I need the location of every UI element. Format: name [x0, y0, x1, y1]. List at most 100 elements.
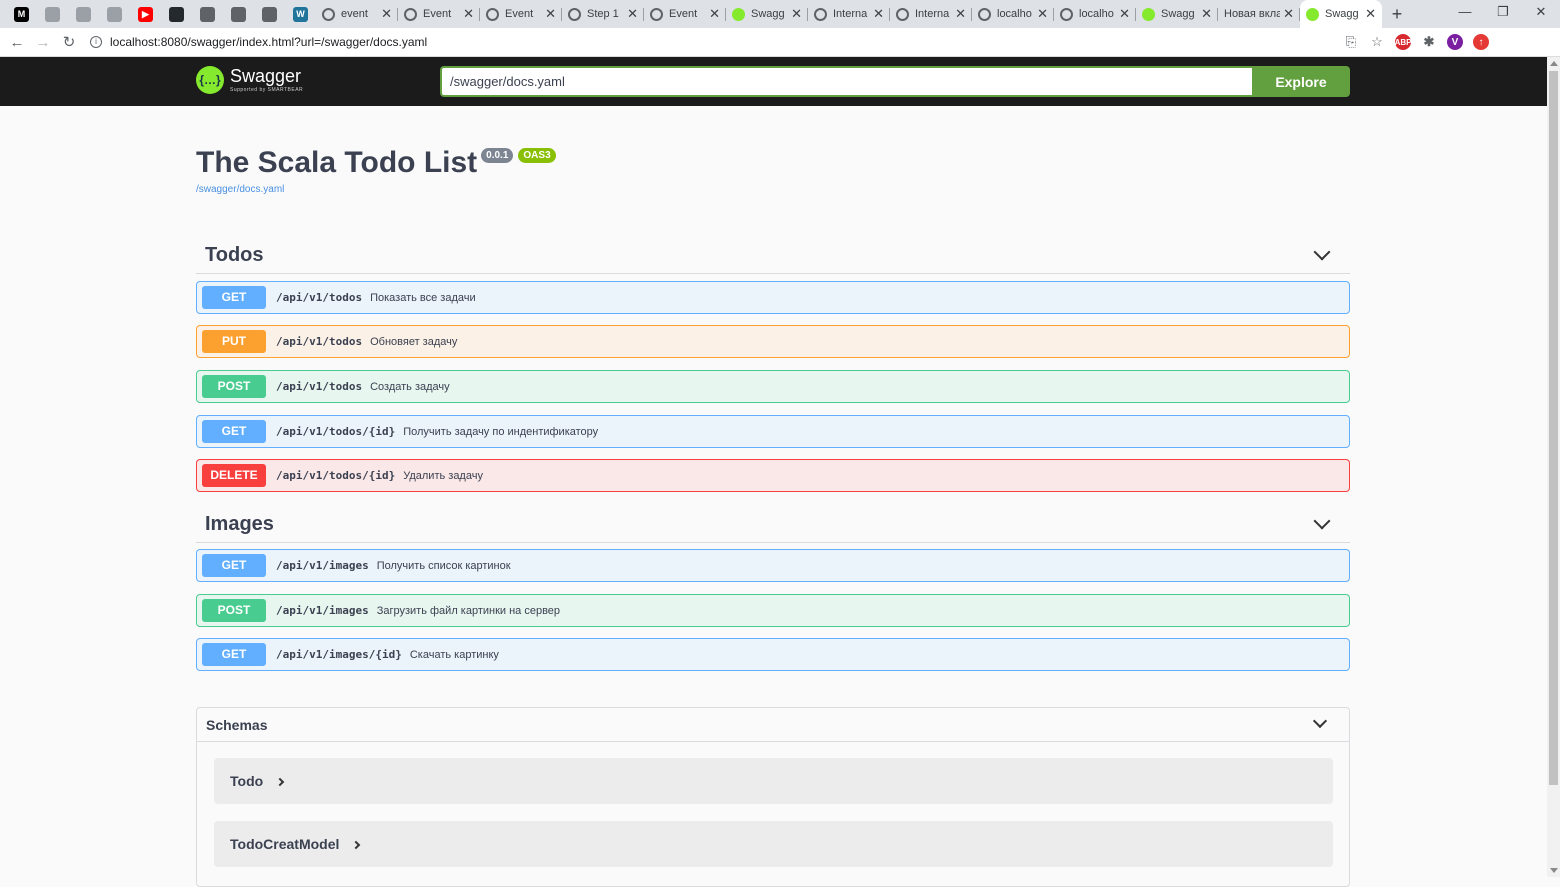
adblock-extension-icon[interactable]: ABP [1390, 34, 1416, 50]
tab-title: Interna [833, 8, 868, 20]
tab-title: Event [669, 8, 698, 20]
image-icon [262, 6, 277, 22]
operation-put-todos[interactable]: PUT /api/v1/todos Обновяет задачу [196, 325, 1350, 358]
method-badge: PUT [202, 330, 266, 353]
profile-avatar[interactable]: V [1442, 34, 1468, 50]
url-field[interactable]: i localhost:8080/swagger/index.html?url=… [90, 30, 1390, 54]
tab-close-icon[interactable]: ✕ [627, 6, 638, 22]
chevron-down-icon[interactable] [1313, 512, 1331, 530]
spec-url-input[interactable] [440, 66, 1252, 97]
extensions-puzzle-icon[interactable]: ✱ [1416, 34, 1442, 50]
browser-tab[interactable]: Step 1 ✕ [562, 0, 644, 28]
forward-icon[interactable]: → [30, 34, 56, 51]
tab-close-icon[interactable]: ✕ [1283, 6, 1294, 22]
tab-title: Swagg [1161, 8, 1195, 20]
pinned-tab[interactable] [223, 0, 254, 28]
model-name: TodoCreatModel [230, 836, 340, 852]
operation-path: /api/v1/todos [276, 380, 363, 393]
browser-tab[interactable]: Interna ✕ [890, 0, 972, 28]
tab-close-icon[interactable]: ✕ [955, 6, 966, 22]
tab-close-icon[interactable]: ✕ [1037, 6, 1048, 22]
browser-tab[interactable]: localho ✕ [1054, 0, 1136, 28]
swagger-logo[interactable]: {…} Swagger Supported by SMARTBEAR [196, 66, 303, 94]
chevron-right-icon[interactable] [352, 840, 361, 850]
tab-close-icon[interactable]: ✕ [873, 6, 884, 22]
operation-summary: Загрузить файл картинки на сервер [376, 604, 561, 617]
browser-tab[interactable]: Event ✕ [398, 0, 480, 28]
operation-summary: Получить список картинок [376, 559, 511, 572]
back-icon[interactable]: ← [4, 34, 30, 51]
pinned-tab[interactable] [68, 0, 99, 28]
method-badge: GET [202, 554, 266, 577]
scroll-up-icon[interactable] [1550, 61, 1558, 66]
minimize-icon[interactable]: — [1446, 0, 1484, 28]
scrollbar-thumb[interactable] [1549, 71, 1558, 785]
pinned-tab[interactable]: W [285, 0, 316, 28]
scroll-down-icon[interactable] [1550, 868, 1558, 873]
pinned-tab[interactable]: M [6, 0, 37, 28]
translate-icon[interactable]: ⎘ [1338, 34, 1364, 50]
page-icon [76, 6, 91, 22]
tab-close-icon[interactable]: ✕ [1119, 6, 1130, 22]
tab-close-icon[interactable]: ✕ [545, 6, 556, 22]
operation-path: /api/v1/todos [276, 335, 363, 348]
pinned-tab[interactable]: ▶ [130, 0, 161, 28]
browser-tab[interactable]: Новая вкла ✕ [1218, 0, 1300, 28]
pinned-tab[interactable] [161, 0, 192, 28]
swagger-icon [1306, 7, 1319, 21]
page-scrollbar[interactable] [1547, 57, 1560, 877]
spec-link[interactable]: /swagger/docs.yaml [196, 184, 556, 195]
tab-title: Swagg [1325, 8, 1359, 20]
pinned-tab[interactable] [37, 0, 68, 28]
tab-close-icon[interactable]: ✕ [791, 6, 802, 22]
explore-button[interactable]: Explore [1252, 66, 1350, 97]
browser-tab[interactable]: event ✕ [316, 0, 398, 28]
model-todocreatmodel[interactable]: TodoCreatModel [214, 821, 1333, 867]
site-info-icon[interactable]: i [90, 36, 102, 48]
operation-get-todo-by-id[interactable]: GET /api/v1/todos/{id} Получить задачу п… [196, 415, 1350, 448]
tab-close-icon[interactable]: ✕ [709, 6, 720, 22]
pinned-tab[interactable] [254, 0, 285, 28]
swagger-topbar: {…} Swagger Supported by SMARTBEAR Explo… [0, 57, 1547, 106]
browser-tab[interactable]: Swagg ✕ [1300, 0, 1382, 28]
operation-get-todos[interactable]: GET /api/v1/todos Показать все задачи [196, 281, 1350, 314]
pinned-tab[interactable] [192, 0, 223, 28]
operation-get-image-by-id[interactable]: GET /api/v1/images/{id} Скачать картинку [196, 638, 1350, 671]
tab-close-icon[interactable]: ✕ [1365, 6, 1376, 22]
operation-path: /api/v1/todos/{id} [276, 425, 396, 438]
reload-icon[interactable]: ↻ [56, 33, 82, 51]
browser-tab[interactable]: Swagg ✕ [1136, 0, 1218, 28]
tab-title: Event [423, 8, 452, 20]
calculator-icon [231, 6, 246, 22]
chevron-down-icon[interactable] [1312, 713, 1328, 729]
browser-tab[interactable]: localho ✕ [972, 0, 1054, 28]
chevron-down-icon[interactable] [1313, 243, 1331, 261]
browser-tab[interactable]: Swagg ✕ [726, 0, 808, 28]
operation-path: /api/v1/todos/{id} [276, 469, 396, 482]
tag-todos-header[interactable]: Todos [196, 238, 1350, 274]
url-text[interactable]: localhost:8080/swagger/index.html?url=/s… [110, 35, 1338, 49]
browser-tab[interactable]: Interna ✕ [808, 0, 890, 28]
tab-title: Swagg [751, 8, 785, 20]
new-tab-button[interactable]: + [1382, 4, 1412, 25]
browser-tab[interactable]: Event ✕ [480, 0, 562, 28]
operation-post-todos[interactable]: POST /api/v1/todos Создать задачу [196, 370, 1350, 403]
tab-close-icon[interactable]: ✕ [381, 6, 392, 22]
restore-icon[interactable]: ❐ [1484, 0, 1522, 28]
tab-close-icon[interactable]: ✕ [1201, 6, 1212, 22]
operation-post-images[interactable]: POST /api/v1/images Загрузить файл карти… [196, 594, 1350, 627]
model-todo[interactable]: Todo [214, 758, 1333, 804]
operation-get-images[interactable]: GET /api/v1/images Получить список карти… [196, 549, 1350, 582]
update-indicator-icon[interactable]: ↑ [1468, 34, 1494, 50]
browser-tab[interactable]: Event ✕ [644, 0, 726, 28]
operation-delete-todo[interactable]: DELETE /api/v1/todos/{id} Удалить задачу [196, 459, 1350, 492]
tag-images-header[interactable]: Images [196, 507, 1350, 543]
close-icon[interactable]: ✕ [1522, 0, 1560, 28]
bookmark-star-icon[interactable]: ☆ [1364, 34, 1390, 50]
chevron-right-icon[interactable] [275, 777, 285, 787]
tab-close-icon[interactable]: ✕ [463, 6, 474, 22]
pinned-tab[interactable] [99, 0, 130, 28]
schemas-header[interactable]: Schemas [197, 708, 1349, 742]
dev-icon [486, 7, 499, 21]
google-icon [322, 7, 335, 21]
